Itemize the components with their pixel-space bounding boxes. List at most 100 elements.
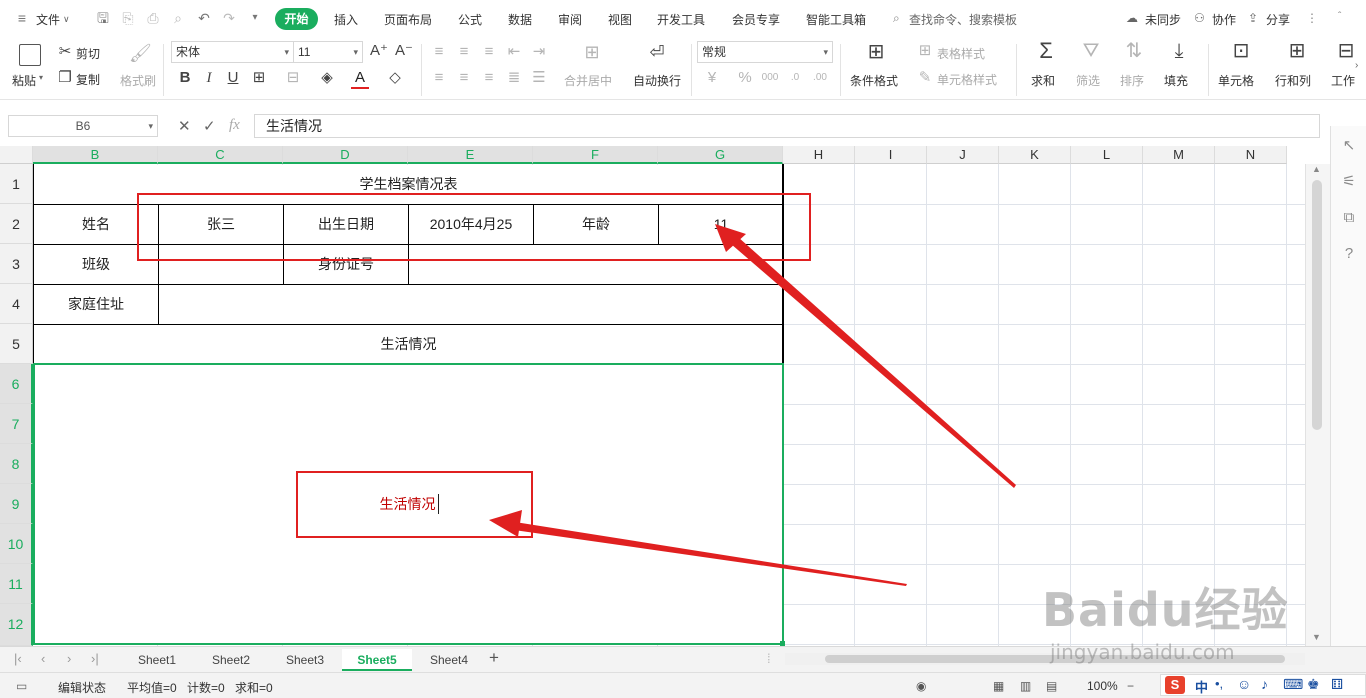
status-count[interactable]: 计数=0 xyxy=(187,679,225,696)
microphone-icon[interactable]: ♪ xyxy=(1261,676,1268,692)
table-style-icon[interactable]: ⊞ xyxy=(916,42,934,60)
decrease-decimal-icon[interactable]: .00 xyxy=(811,69,829,87)
scroll-down-icon[interactable]: ▼ xyxy=(1312,632,1321,642)
sogou-logo-icon[interactable]: S xyxy=(1165,676,1185,694)
sheet-tab-sheet3[interactable]: Sheet3 xyxy=(268,649,342,671)
column-header-j[interactable]: J xyxy=(927,146,999,164)
tab-split-handle[interactable]: ⁞ xyxy=(767,651,771,666)
align-left-icon[interactable]: ≡ xyxy=(430,69,448,87)
paste-icon[interactable] xyxy=(19,44,41,66)
sync-status[interactable]: 未同步 xyxy=(1145,11,1181,28)
conditional-format-button[interactable]: 条件格式 xyxy=(850,72,898,89)
status-sum[interactable]: 求和=0 xyxy=(235,679,273,696)
select-cursor-icon[interactable]: ↖ xyxy=(1337,134,1361,158)
ime-toolbar[interactable]: S 中 •, ☺ ♪ ⌨ ♚ ⚅ xyxy=(1160,674,1366,696)
redo-icon[interactable]: ↷ xyxy=(221,10,237,26)
column-header-n[interactable]: N xyxy=(1215,146,1287,164)
currency-icon[interactable]: ¥ xyxy=(703,69,721,87)
undo-icon[interactable]: ↶ xyxy=(196,10,212,26)
name-box[interactable]: B6 ▾ xyxy=(8,115,158,137)
add-sheet-icon[interactable]: + xyxy=(489,648,499,668)
toolbox-icon[interactable]: ⚅ xyxy=(1331,676,1343,693)
column-header-i[interactable]: I xyxy=(855,146,927,164)
print-preview-icon[interactable]: ⌕ xyxy=(170,10,186,26)
distributed-icon[interactable]: ☰ xyxy=(530,69,548,87)
increase-decimal-icon[interactable]: .0 xyxy=(786,69,804,87)
font-name-select[interactable]: 宋体 ▾ xyxy=(171,41,294,63)
column-header-m[interactable]: M xyxy=(1143,146,1215,164)
column-header-e[interactable]: E xyxy=(408,146,533,164)
confirm-icon[interactable]: ✓ xyxy=(203,117,216,135)
table-style-button[interactable]: 表格样式 xyxy=(937,45,985,62)
row-header-2[interactable]: 2 xyxy=(0,204,33,244)
chinese-mode-icon[interactable]: 中 xyxy=(1195,677,1208,696)
align-top-icon[interactable]: ≡ xyxy=(430,43,448,61)
scroll-up-icon[interactable]: ▲ xyxy=(1312,164,1321,174)
sort-icon[interactable]: ⇅ xyxy=(1125,41,1143,61)
share-button[interactable]: 分享 xyxy=(1266,11,1290,28)
function-icon[interactable]: fx xyxy=(229,117,240,134)
last-sheet-icon[interactable]: ›| xyxy=(91,651,99,666)
increase-font-icon[interactable]: A⁺ xyxy=(370,42,388,60)
border-icon[interactable]: ⊞ xyxy=(250,69,268,87)
ribbon-scroll-right-icon[interactable]: › xyxy=(1355,60,1358,71)
sheet-tab-sheet2[interactable]: Sheet2 xyxy=(194,649,268,671)
sum-button[interactable]: 求和 xyxy=(1031,72,1055,89)
row-header-12[interactable]: 12 xyxy=(0,604,33,646)
copy-button[interactable]: 复制 xyxy=(76,71,100,88)
tab-formulas[interactable]: 公式 xyxy=(458,11,482,28)
status-average[interactable]: 平均值=0 xyxy=(127,679,177,696)
file-menu[interactable]: 文件 xyxy=(36,11,60,28)
collapse-ribbon-icon[interactable]: ˆ xyxy=(1338,11,1341,22)
tab-smart-toolbox[interactable]: 智能工具箱 xyxy=(806,11,866,28)
quick-access-more-icon[interactable]: ▾ xyxy=(247,10,263,26)
more-options-icon[interactable]: ⋮ xyxy=(1306,11,1318,25)
justify-icon[interactable]: ≣ xyxy=(505,69,523,87)
column-header-h[interactable]: H xyxy=(783,146,855,164)
tab-view[interactable]: 视图 xyxy=(608,11,632,28)
decrease-font-icon[interactable]: A⁻ xyxy=(395,42,413,60)
wrap-text-button[interactable]: 自动换行 xyxy=(633,72,681,89)
shape-icon[interactable]: ⧉ xyxy=(1337,206,1361,230)
italic-icon[interactable]: I xyxy=(200,69,218,87)
tab-review[interactable]: 审阅 xyxy=(558,11,582,28)
wrap-text-icon[interactable]: ⏎ xyxy=(648,43,666,61)
filter-icon[interactable]: ⛛ xyxy=(1082,41,1100,61)
number-format-select[interactable]: 常规 ▾ xyxy=(697,41,833,63)
paste-button[interactable]: 粘贴 xyxy=(12,72,36,89)
format-painter-icon[interactable]: 🖌 xyxy=(129,44,152,62)
filter-button[interactable]: 筛选 xyxy=(1076,72,1100,89)
vertical-scrollbar[interactable]: ▲ ▼ xyxy=(1305,164,1330,646)
keyboard-icon[interactable]: ⌨ xyxy=(1283,676,1303,693)
clear-format-icon[interactable]: ◇ xyxy=(386,69,404,87)
scroll-thumb[interactable] xyxy=(1312,180,1322,430)
status-monitor-icon[interactable]: ▭ xyxy=(16,679,27,693)
next-sheet-icon[interactable]: › xyxy=(67,651,71,666)
align-center-icon[interactable]: ≡ xyxy=(455,69,473,87)
bold-icon[interactable]: B xyxy=(176,69,194,87)
column-header-g[interactable]: G xyxy=(658,146,783,164)
cell-style-icon[interactable]: ✎ xyxy=(916,69,934,87)
paste-dropdown-icon[interactable]: ▾ xyxy=(39,73,43,82)
row-header-8[interactable]: 8 xyxy=(0,444,33,484)
collaborate-button[interactable]: 协作 xyxy=(1212,11,1236,28)
tab-insert[interactable]: 插入 xyxy=(334,11,358,28)
copy-icon[interactable]: ❐ xyxy=(56,69,74,87)
font-size-select[interactable]: 11 ▾ xyxy=(293,41,363,63)
row-col-icon[interactable]: ⊞ xyxy=(1288,41,1306,61)
underline-icon[interactable]: U xyxy=(224,69,242,87)
align-bottom-icon[interactable]: ≡ xyxy=(480,43,498,61)
fill-button[interactable]: 填充 xyxy=(1164,72,1188,89)
merge-center-button[interactable]: 合并居中 xyxy=(564,72,612,89)
cut-icon[interactable]: ✂ xyxy=(56,43,74,61)
tab-page-layout[interactable]: 页面布局 xyxy=(384,11,432,28)
cancel-icon[interactable]: ✕ xyxy=(178,117,191,135)
zoom-level[interactable]: 100% xyxy=(1087,679,1118,693)
skin-icon[interactable]: ♚ xyxy=(1307,676,1320,693)
column-header-d[interactable]: D xyxy=(283,146,408,164)
punctuation-icon[interactable]: •, xyxy=(1215,676,1223,691)
tab-developer[interactable]: 开发工具 xyxy=(657,11,705,28)
thousands-icon[interactable]: 000 xyxy=(761,69,779,87)
percent-icon[interactable]: % xyxy=(736,69,754,87)
cell-icon[interactable]: ⊡ xyxy=(1232,41,1250,61)
